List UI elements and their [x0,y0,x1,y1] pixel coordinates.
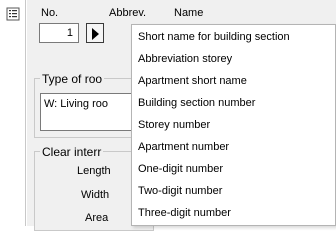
menu-item-abbreviation-storey[interactable]: Abbreviation storey [138,53,232,65]
menu-item-apartment-short-name[interactable]: Apartment short name [138,75,247,87]
no-column-header: No. [41,7,59,19]
menu-item-short-name-building-section[interactable]: Short name for building section [138,31,290,43]
width-label: Width [81,189,110,201]
length-label: Length [77,165,111,177]
menu-item-two-digit-number[interactable]: Two-digit number [138,185,222,197]
list-properties-icon[interactable] [6,7,20,21]
left-toolbar-strip [0,0,26,226]
name-column-header: Name [174,7,204,19]
menu-item-storey-number[interactable]: Storey number [138,119,210,131]
menu-item-apartment-number[interactable]: Apartment number [138,141,229,153]
number-input[interactable]: 1 [39,23,79,43]
area-label: Area [85,212,109,224]
menu-item-one-digit-number[interactable]: One-digit number [138,163,223,175]
menu-item-three-digit-number[interactable]: Three-digit number [138,207,231,219]
abbrev-column-header: Abbrev. [109,7,147,19]
type-of-room-title: Type of roo [40,72,105,86]
clear-internal-title: Clear interr [40,145,104,159]
menu-item-building-section-number[interactable]: Building section number [138,97,255,109]
variable-dropdown-menu: Short name for building section Abbrevia… [131,24,336,226]
room-type-field[interactable]: W: Living roo [40,93,140,131]
insert-variable-button[interactable] [86,23,104,43]
triangle-right-icon [92,28,99,40]
